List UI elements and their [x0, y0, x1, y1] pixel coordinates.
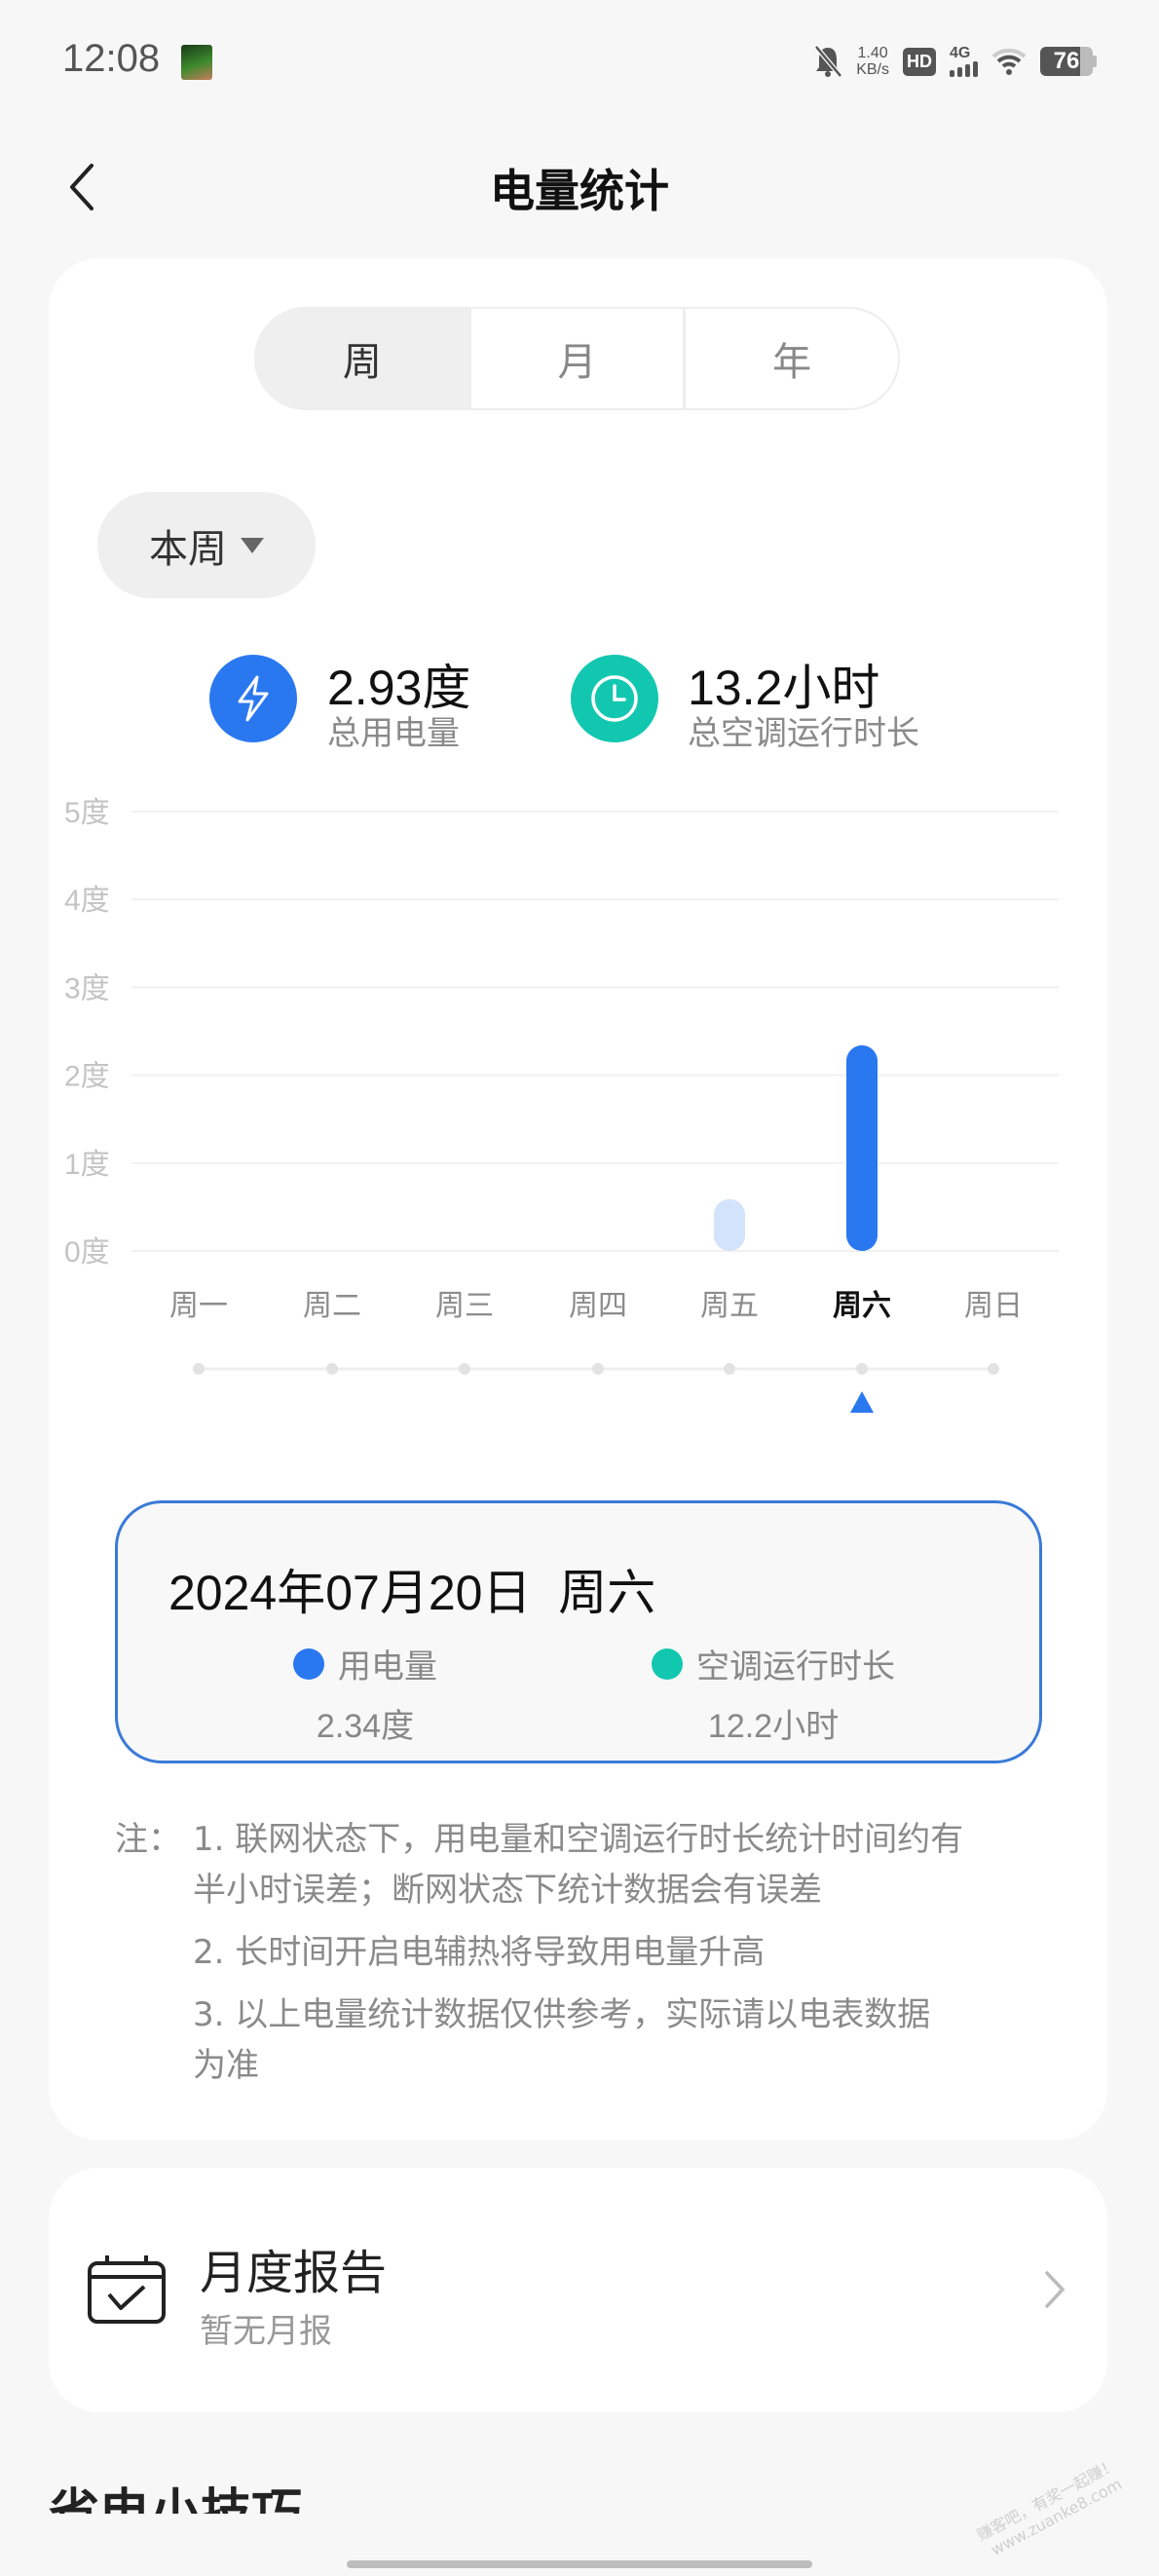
range-dropdown-value: 本周	[149, 526, 227, 572]
watermark: 赚客吧，有奖一起赚！ www.zuanke8.com	[973, 2454, 1125, 2559]
monthly-report-card[interactable]: 月度报告 暂无月报	[49, 2168, 1107, 2412]
total-energy-label: 总用电量	[327, 714, 460, 753]
detail-energy-value: 2.34度	[316, 1708, 415, 1745]
note-line: 半小时误差；断网状态下统计数据会有误差	[193, 1871, 822, 1910]
chevron-right-icon	[1045, 2271, 1066, 2308]
hd-icon: HD	[903, 47, 936, 76]
wifi-icon	[991, 48, 1027, 75]
x-tick-label[interactable]: 周一	[169, 1289, 228, 1323]
detail-runtime-value: 12.2小时	[707, 1708, 840, 1745]
x-tick-label[interactable]: 周四	[569, 1289, 627, 1323]
energy-legend-dot	[293, 1648, 324, 1680]
monthly-report-subtitle: 暂无月报	[200, 2312, 332, 2351]
note-line: 3. 以上电量统计数据仅供参考，实际请以电表数据	[193, 1995, 931, 2034]
y-tick-label: 0度	[64, 1236, 110, 1269]
notes-prefix: 注：	[115, 1820, 181, 1859]
status-icons: 1.40 KB/s HD 4G 76	[813, 39, 1097, 84]
net-speed-value: 1.40	[857, 45, 888, 61]
calendar-check-icon	[88, 2255, 166, 2324]
x-tick-label[interactable]: 周三	[435, 1289, 494, 1323]
range-dropdown[interactable]: 本周	[97, 492, 316, 598]
detail-energy: 用电量 2.34度	[293, 1640, 437, 1747]
timeline-dot[interactable]	[592, 1363, 604, 1375]
x-tick-label[interactable]: 周六	[833, 1289, 891, 1323]
timeline-dot[interactable]	[459, 1363, 470, 1375]
network-type: 4G	[950, 45, 971, 61]
detail-energy-label: 用电量	[338, 1648, 437, 1686]
total-runtime-label: 总空调运行时长	[688, 714, 919, 753]
monthly-report-title: 月度报告	[200, 2246, 388, 2300]
timeline-dot[interactable]	[724, 1363, 735, 1375]
chart-bar[interactable]	[846, 1044, 878, 1251]
detail-runtime-label: 空调运行时长	[696, 1648, 895, 1686]
detail-date: 2024年07月20日 周六	[168, 1566, 656, 1620]
x-tick-label[interactable]: 周二	[303, 1289, 361, 1323]
home-indicator[interactable]	[347, 2560, 812, 2568]
caret-down-icon	[241, 537, 264, 553]
y-tick-label: 3度	[64, 972, 110, 1004]
note-line: 1. 联网状态下，用电量和空调运行时长统计时间约有	[193, 1820, 964, 1859]
signal-4g-icon: 4G	[950, 46, 978, 77]
tab-month[interactable]: 月	[467, 309, 684, 408]
net-speed-unit: KB/s	[856, 61, 889, 78]
lightning-icon	[209, 655, 297, 742]
battery-icon: 76	[1040, 47, 1097, 76]
notification-app-icon	[181, 45, 212, 80]
battery-level: 76	[1040, 47, 1093, 76]
selected-indicator-triangle	[850, 1391, 874, 1413]
x-tick-label[interactable]: 周五	[700, 1289, 759, 1323]
detail-runtime: 空调运行时长 12.2小时	[652, 1640, 895, 1747]
timeline-dot[interactable]	[856, 1363, 868, 1375]
page-title: 电量统计	[490, 165, 669, 217]
net-speed: 1.40 KB/s	[856, 45, 889, 78]
period-segmented-control: 周 月 年	[254, 307, 900, 410]
note-line: 为准	[193, 2046, 259, 2085]
y-tick-label: 1度	[64, 1149, 110, 1181]
weekly-energy-chart: 0度 1度 2度 3度 4度 5度周一 周二 周三 周四 周五 周六 周日	[64, 797, 1059, 1413]
timeline-dot[interactable]	[988, 1363, 999, 1375]
runtime-legend-dot	[652, 1648, 683, 1680]
y-tick-label: 2度	[64, 1061, 110, 1093]
tab-year[interactable]: 年	[683, 309, 898, 408]
clock-icon	[571, 655, 658, 742]
note-line: 2. 长时间开启电辅热将导致用电量升高	[193, 1933, 766, 1972]
y-tick-label: 5度	[64, 797, 110, 829]
tips-heading: 省电小技巧	[49, 2484, 303, 2514]
status-time: 12:08	[62, 37, 161, 80]
y-tick-label: 4度	[64, 885, 110, 917]
chart-bar[interactable]	[714, 1198, 745, 1251]
mute-bell-icon	[814, 45, 843, 78]
x-tick-label[interactable]: 周日	[964, 1289, 1023, 1323]
tab-week[interactable]: 周	[256, 309, 468, 408]
timeline-dot[interactable]	[193, 1363, 205, 1375]
timeline-dot[interactable]	[326, 1363, 338, 1375]
day-detail-box: 2024年07月20日 周六 用电量 2.34度 空调运行时长 12.2小时	[115, 1500, 1042, 1763]
